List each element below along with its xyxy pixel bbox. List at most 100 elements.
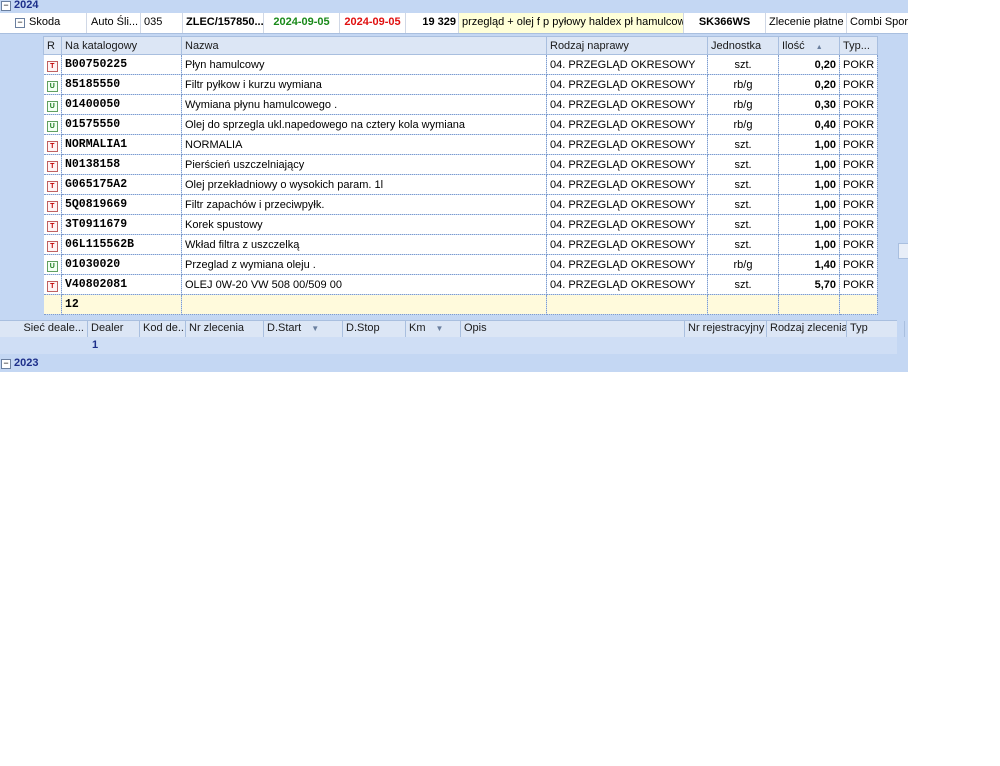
items-header-row: R Na katalogowy Nazwa Rodzaj naprawy Jed…	[43, 36, 878, 55]
col-r-header[interactable]: R	[43, 36, 62, 55]
orders-count: 1	[92, 339, 99, 351]
item-r-cell: T	[43, 194, 62, 215]
orders-col-label: Dealer	[91, 322, 124, 334]
item-r-cell: T	[43, 214, 62, 235]
col-unit-header[interactable]: Jednostka	[707, 36, 779, 55]
orders-col-header[interactable]: Rodzaj zlecenia	[767, 321, 847, 337]
orders-col-header[interactable]: Dealer	[88, 321, 140, 337]
order-row[interactable]: − Skoda Auto Śli... 035 ZLEC/157850... 2…	[0, 13, 908, 34]
order-date-stop: 2024-09-05	[340, 13, 406, 33]
item-row[interactable]: T V40802081 OLEJ 0W-20 VW 508 00/509 00 04.…	[43, 274, 878, 295]
order-code: 035	[141, 13, 183, 33]
item-row[interactable]: T N0138158 Pierścień uszczelniający 04. PRZ…	[43, 154, 878, 175]
order-km: 19 329	[406, 13, 459, 33]
collapse-toggle-icon[interactable]: −	[1, 1, 11, 11]
item-name: Korek spustowy	[181, 214, 547, 235]
col-typ-header[interactable]: Typ...	[839, 36, 878, 55]
filter-dropdown-icon[interactable]: ▼	[311, 324, 319, 333]
part-item-icon: T	[46, 61, 58, 72]
orders-col-header[interactable]: D.Stop	[343, 321, 406, 337]
item-unit: szt.	[707, 194, 779, 215]
orders-col-label: Typ	[850, 322, 868, 334]
orders-col-header[interactable]: Kod de...	[140, 321, 186, 337]
filter-dropdown-icon[interactable]: ▼	[436, 324, 444, 333]
part-item-icon: T	[46, 241, 58, 252]
item-catalog-number: 01400050	[61, 94, 182, 115]
item-typ: POKR	[839, 74, 878, 95]
item-unit: szt.	[707, 174, 779, 195]
group-row-2023[interactable]: − 2023	[0, 357, 908, 371]
item-row[interactable]: T 3T0911679 Korek spustowy 04. PRZEGLĄD OKR…	[43, 214, 878, 235]
col-qty-label: Ilość	[782, 39, 805, 52]
item-typ: POKR	[839, 274, 878, 295]
orders-col-header[interactable]: Opis	[461, 321, 685, 337]
item-unit: rb/g	[707, 114, 779, 135]
orders-col-header[interactable]: D.Start ▼	[264, 321, 343, 337]
collapse-toggle-icon[interactable]: −	[1, 359, 11, 369]
item-row[interactable]: T NORMALIA1 NORMALIA 04. PRZEGLĄD OKRESOWY s…	[43, 134, 878, 155]
item-catalog-number: 85185550	[61, 74, 182, 95]
orders-col-label: Nr rejestracyjny	[688, 322, 765, 334]
item-typ: POKR	[839, 254, 878, 275]
item-quantity: 5,70	[778, 274, 840, 295]
group-row-2024[interactable]: − 2024	[0, 0, 908, 13]
service-labor-icon: U	[46, 261, 58, 272]
sort-ascending-icon: ▲	[815, 43, 823, 51]
group-year: 2024	[14, 0, 39, 11]
item-repair-type: 04. PRZEGLĄD OKRESOWY	[546, 274, 708, 295]
item-unit: szt.	[707, 54, 779, 75]
part-item-icon: T	[46, 141, 58, 152]
col-name-header[interactable]: Nazwa	[181, 36, 547, 55]
order-items-grid: R Na katalogowy Nazwa Rodzaj naprawy Jed…	[43, 36, 878, 315]
item-catalog-number: G065175A2	[61, 174, 182, 195]
orders-col-label: Kod de...	[143, 322, 186, 334]
orders-col-label: D.Stop	[346, 322, 380, 334]
orders-col-header[interactable]: Nr rejestracyjny	[685, 321, 767, 337]
orders-col-header[interactable]: Sieć deale...	[0, 321, 88, 337]
item-typ: POKR	[839, 94, 878, 115]
scroll-handle[interactable]	[898, 243, 908, 259]
item-catalog-number: V40802081	[61, 274, 182, 295]
item-row[interactable]: U 85185550 Filtr pyłkow i kurzu wymiana 04.…	[43, 74, 878, 95]
col-catalog-header[interactable]: Na katalogowy	[61, 36, 182, 55]
item-row[interactable]: T 06L115562B Wkład filtra z uszczelką 04. P…	[43, 234, 878, 255]
item-unit: szt.	[707, 274, 779, 295]
item-catalog-number: 01575550	[61, 114, 182, 135]
order-date-start: 2024-09-05	[264, 13, 340, 33]
orders-col-header[interactable]: Km ▼	[406, 321, 461, 337]
item-typ: POKR	[839, 54, 878, 75]
item-unit: rb/g	[707, 254, 779, 275]
item-unit: szt.	[707, 154, 779, 175]
orders-col-label: Km	[409, 322, 426, 334]
item-unit: szt.	[707, 134, 779, 155]
item-quantity: 0,20	[778, 54, 840, 75]
col-repair-header[interactable]: Rodzaj naprawy	[546, 36, 708, 55]
service-labor-icon: U	[46, 121, 58, 132]
item-row[interactable]: U 01575550 Olej do sprzegla ukl.napedowego…	[43, 114, 878, 135]
item-catalog-number: 06L115562B	[61, 234, 182, 255]
item-row[interactable]: U 01030020 Przeglad z wymiana oleju . 04. P…	[43, 254, 878, 275]
item-unit: szt.	[707, 214, 779, 235]
item-r-cell: U	[43, 74, 62, 95]
item-quantity: 0,30	[778, 94, 840, 115]
col-qty-header[interactable]: Ilość ▲	[778, 36, 840, 55]
item-name: NORMALIA	[181, 134, 547, 155]
item-r-cell: T	[43, 274, 62, 295]
item-row[interactable]: T B00750225 Płyn hamulcowy 04. PRZEGLĄD OKR…	[43, 54, 878, 75]
order-type: Zlecenie płatne	[766, 13, 847, 33]
item-row[interactable]: T 5Q0819669 Filtr zapachów i przeciwpyłk. 0…	[43, 194, 878, 215]
item-r-cell: T	[43, 134, 62, 155]
order-brand: Skoda	[26, 13, 87, 33]
item-repair-type: 04. PRZEGLĄD OKRESOWY	[546, 174, 708, 195]
item-row[interactable]: U 01400050 Wymiana płynu hamulcowego . 04. …	[43, 94, 878, 115]
orders-col-header[interactable]: Typ	[847, 321, 905, 337]
item-typ: POKR	[839, 114, 878, 135]
order-description: przegląd + olej f p pyłowy haldex pł ham…	[459, 13, 684, 33]
order-dealer: Auto Śli...	[87, 13, 141, 33]
item-row[interactable]: T G065175A2 Olej przekładniowy o wysokich …	[43, 174, 878, 195]
orders-col-header[interactable]: Nr zlecenia	[186, 321, 264, 337]
item-r-cell: T	[43, 54, 62, 75]
expand-detail-icon[interactable]: −	[15, 18, 25, 28]
item-quantity: 0,40	[778, 114, 840, 135]
item-quantity: 1,00	[778, 194, 840, 215]
